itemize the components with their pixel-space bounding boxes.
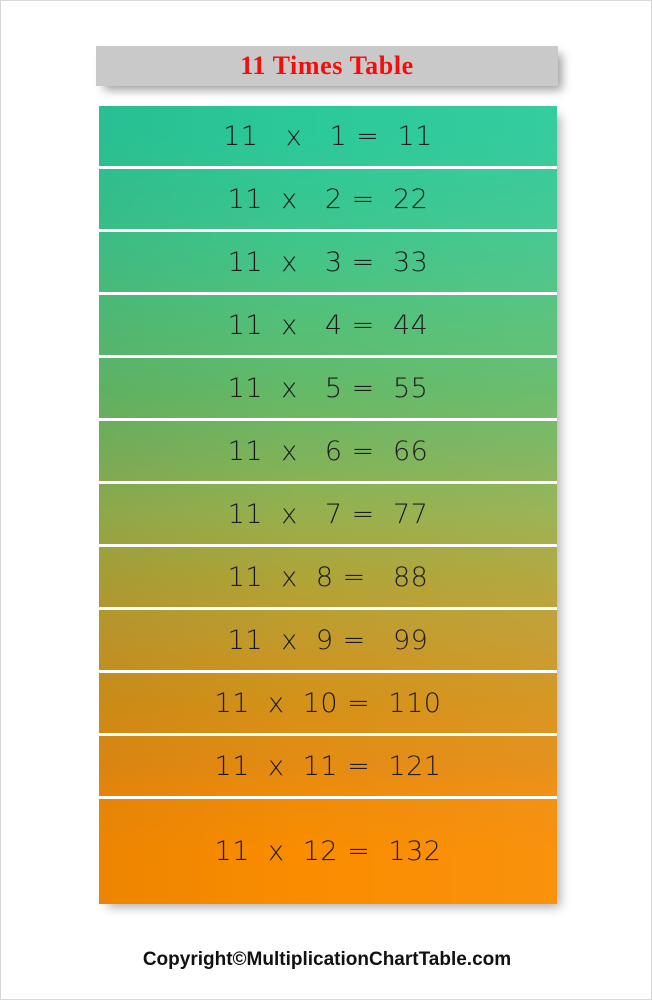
table-row: 11 x 10 = 110: [99, 673, 557, 736]
table-row: 11 x 6 = 66: [99, 421, 557, 484]
copyright-text: Copyright©MultiplicationChartTable.com: [142, 949, 512, 970]
equation-text: 11 x 10 = 110: [214, 687, 442, 719]
equation-text: 11 x 11 = 121: [214, 750, 442, 782]
table-row: 11 x 12 = 132: [99, 799, 557, 904]
table-row: 11 x 7 = 77: [99, 484, 557, 547]
times-table-page: 11 Times Table 11 x 1 = 11 11 x 2 = 22 1…: [0, 0, 652, 1000]
equation-text: 11 x 3 = 33: [227, 246, 429, 278]
table-row: 11 x 4 = 44: [99, 295, 557, 358]
table-row: 11 x 8 = 88: [99, 547, 557, 610]
table-row: 11 x 2 = 22: [99, 169, 557, 232]
table-row: 11 x 5 = 55: [99, 358, 557, 421]
equation-text: 11 x 8 = 88: [227, 561, 429, 593]
equation-text: 11 x 12 = 132: [214, 836, 442, 867]
equation-text: 11 x 7 = 77: [227, 498, 429, 530]
table-row: 11 x 11 = 121: [99, 736, 557, 799]
equation-text: 11 x 1 = 11: [223, 120, 433, 152]
footer: Copyright©MultiplicationChartTable.com: [1, 949, 652, 971]
equation-text: 11 x 5 = 55: [227, 372, 429, 404]
multiplication-table: 11 x 1 = 11 11 x 2 = 22 11 x 3 = 33 11 x…: [99, 106, 557, 904]
table-row: 11 x 3 = 33: [99, 232, 557, 295]
table-row: 11 x 1 = 11: [99, 106, 557, 169]
equation-text: 11 x 4 = 44: [227, 309, 429, 341]
title-banner: 11 Times Table: [96, 46, 558, 86]
equation-text: 11 x 6 = 66: [227, 435, 429, 467]
page-title: 11 Times Table: [240, 51, 414, 80]
table-row: 11 x 9 = 99: [99, 610, 557, 673]
equation-text: 11 x 9 = 99: [227, 624, 429, 656]
equation-text: 11 x 2 = 22: [227, 183, 429, 215]
